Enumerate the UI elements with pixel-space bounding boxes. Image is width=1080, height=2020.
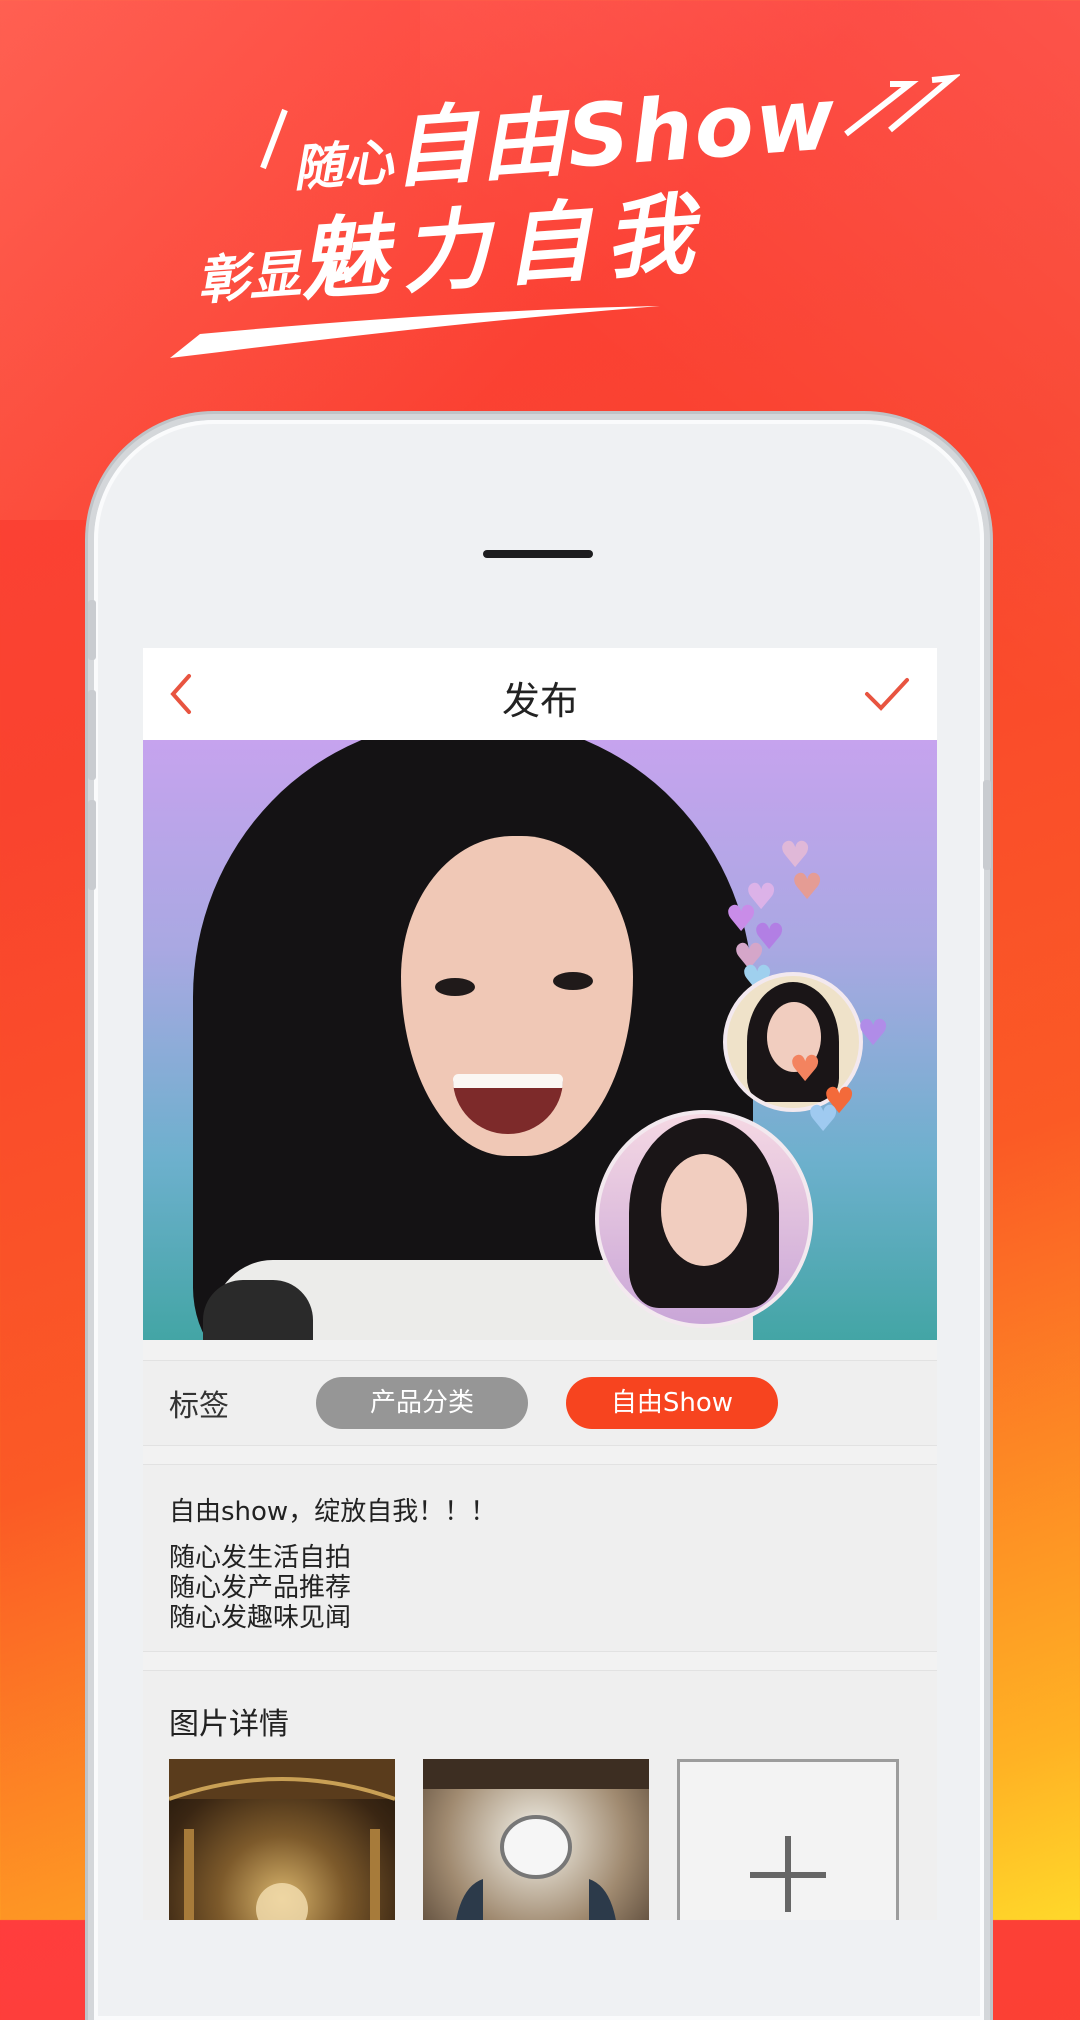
detail-image-thumbnail[interactable] bbox=[169, 1759, 395, 1920]
add-image-button[interactable] bbox=[677, 1759, 899, 1920]
phone-side-button bbox=[88, 690, 96, 780]
photo-eye bbox=[435, 978, 475, 996]
heart-sticker-icon: ♥ bbox=[857, 1013, 890, 1054]
phone-side-button bbox=[88, 600, 96, 660]
photo-sweater-shadow bbox=[203, 1280, 313, 1340]
detail-image-thumbnail[interactable] bbox=[423, 1759, 649, 1920]
headline-swoosh bbox=[170, 306, 660, 358]
sticker-photo-circle bbox=[595, 1110, 813, 1328]
heart-sticker-icon: ♥ bbox=[807, 1099, 840, 1140]
page-title: 发布 bbox=[501, 679, 578, 723]
promo-headline: 随心自由Show 彰显魅力自我 bbox=[0, 0, 1080, 380]
description-first-line: 自由show，绽放自我！！！ bbox=[169, 1497, 497, 1527]
photo-eye bbox=[553, 972, 593, 990]
phone-side-button bbox=[88, 800, 96, 890]
tag-product-category-button[interactable]: 产品分类 bbox=[316, 1377, 528, 1429]
heart-sticker-icon: ♥ bbox=[789, 1049, 822, 1090]
plus-icon bbox=[785, 1836, 791, 1912]
chandelier-hall-image bbox=[169, 1759, 395, 1920]
tags-label: 标签 bbox=[169, 1389, 229, 1424]
app-screen: 发布 ♥ ♥ ♥ ♥ ♥ ♥ ♥ ♥ ♥ ♥ ♥ 标签 产品分类 自由Show … bbox=[143, 648, 937, 1920]
sticker-face bbox=[661, 1154, 747, 1266]
description-textarea[interactable]: 自由show，绽放自我！！！ 随心发生活自拍 随心发产品推荐 随心发趣味见闻 bbox=[143, 1464, 937, 1652]
description-line: 随心发趣味见闻 bbox=[169, 1603, 352, 1633]
tags-row: 标签 产品分类 自由Show bbox=[143, 1360, 937, 1446]
confirm-check-icon[interactable] bbox=[863, 674, 911, 714]
tag-free-show-button[interactable]: 自由Show bbox=[566, 1377, 778, 1429]
palace-dome-image bbox=[423, 1759, 649, 1920]
navigation-bar: 发布 bbox=[143, 648, 937, 741]
headline-arrow-marks bbox=[844, 74, 960, 137]
phone-power-button bbox=[983, 780, 991, 870]
phone-speaker bbox=[483, 550, 593, 558]
image-details-label: 图片详情 bbox=[169, 1707, 289, 1742]
cover-photo[interactable]: ♥ ♥ ♥ ♥ ♥ ♥ ♥ ♥ ♥ ♥ ♥ bbox=[143, 740, 937, 1340]
image-details-section: 图片详情 bbox=[143, 1670, 937, 1920]
heart-sticker-icon: ♥ bbox=[791, 867, 824, 908]
